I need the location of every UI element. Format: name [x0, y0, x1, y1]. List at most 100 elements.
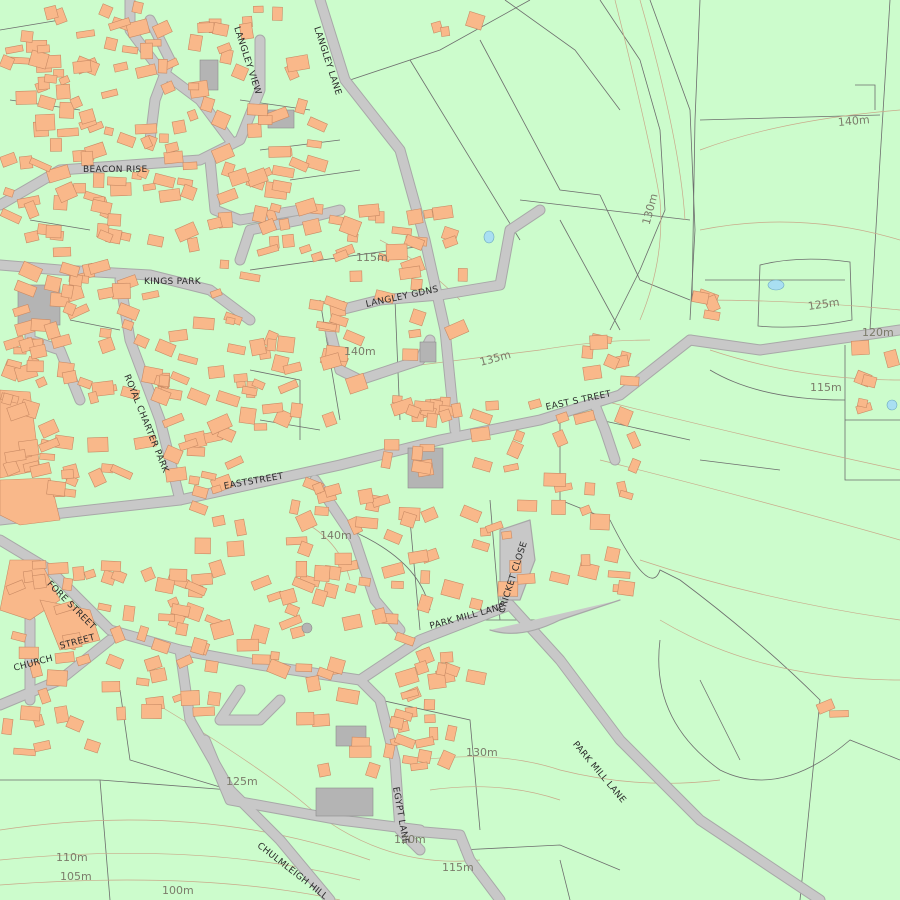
house-565: [53, 705, 70, 724]
house-294: [431, 204, 454, 221]
house-377: [607, 570, 631, 579]
house-547: [850, 340, 870, 356]
house-420: [313, 564, 331, 582]
house-327: [266, 338, 277, 352]
house-43: [55, 83, 71, 100]
house-111: [45, 224, 62, 239]
house-34: [152, 172, 176, 189]
house-106: [113, 61, 129, 73]
house-364: [551, 499, 566, 515]
house-91: [2, 186, 15, 198]
house-438: [357, 487, 375, 505]
house-323: [385, 243, 408, 261]
contour-label-120m-south: 120m: [394, 833, 426, 846]
house-455: [47, 561, 69, 575]
house-6: [52, 246, 72, 258]
house-482: [61, 577, 74, 592]
house-328: [308, 299, 324, 312]
house-531: [465, 11, 486, 31]
house-550: [883, 349, 900, 369]
house-394: [289, 499, 301, 515]
house-249: [233, 373, 248, 383]
house-406: [250, 574, 272, 591]
house-411: [314, 506, 329, 516]
house-433: [344, 583, 358, 594]
house-451: [150, 637, 171, 655]
house-223: [99, 327, 112, 339]
house-206: [111, 282, 131, 300]
house-413: [188, 500, 209, 516]
house-349: [485, 400, 499, 411]
house-564: [83, 738, 101, 754]
house-105: [34, 113, 56, 132]
house-144: [171, 119, 187, 135]
house-304: [261, 402, 284, 415]
house-70: [187, 33, 203, 52]
house-171: [192, 316, 215, 331]
house-408: [323, 482, 342, 498]
house-561: [13, 747, 37, 757]
house-404: [355, 516, 379, 530]
ordnance-map[interactable]: LANGLEY VIEW LANGLEY LANE BEACON RISE KI…: [0, 0, 900, 900]
house-341: [512, 429, 526, 443]
house-486: [122, 605, 136, 622]
house-467: [10, 630, 27, 643]
house-517: [296, 712, 315, 726]
house-289: [408, 328, 422, 339]
house-124: [36, 44, 51, 54]
house-36: [306, 139, 323, 149]
house-296: [409, 308, 427, 327]
house-232: [219, 259, 230, 270]
house-37: [247, 123, 262, 138]
house-13: [135, 63, 158, 79]
house-342: [580, 554, 591, 567]
house-192: [39, 452, 56, 461]
house-506: [416, 748, 433, 764]
house-134: [43, 73, 58, 84]
house-109: [188, 82, 200, 91]
house-554: [435, 662, 448, 676]
house-317: [278, 217, 291, 231]
house-443: [211, 514, 226, 528]
house-103: [90, 198, 113, 216]
house-148: [140, 42, 153, 60]
contour-label-140m-centre: 140m: [320, 529, 352, 542]
house-380: [420, 506, 439, 524]
house-204: [188, 475, 200, 486]
house-353: [416, 594, 434, 614]
house-527: [437, 749, 456, 770]
house-75: [257, 114, 273, 125]
house-566: [19, 705, 41, 722]
house-334: [384, 439, 400, 451]
label-beacon-rise: BEACON RISE: [83, 165, 148, 175]
house-381: [626, 431, 642, 450]
house-529: [349, 745, 372, 758]
house-92: [4, 44, 24, 55]
house-520: [388, 715, 405, 730]
house-452: [135, 677, 150, 687]
house-525: [444, 724, 458, 742]
house-498: [83, 568, 97, 580]
house-314: [239, 271, 261, 283]
house-474: [192, 706, 216, 717]
house-216: [60, 283, 75, 299]
house-3: [49, 138, 62, 152]
house-523: [414, 736, 435, 749]
house-453: [140, 566, 156, 583]
house-8: [24, 230, 40, 244]
house-275: [251, 205, 269, 224]
house-416: [194, 537, 211, 555]
house-38: [15, 90, 37, 105]
house-97: [103, 126, 114, 137]
contour-label-115m: 115m: [810, 381, 842, 394]
house-376: [618, 489, 634, 501]
house-358: [471, 538, 491, 553]
house-511: [424, 714, 436, 724]
house-230: [224, 455, 245, 470]
house-366: [506, 440, 524, 460]
house-518: [365, 761, 381, 779]
house-361: [604, 546, 621, 564]
house-370: [459, 504, 483, 524]
house-158: [169, 370, 190, 386]
house-337: [517, 499, 538, 512]
